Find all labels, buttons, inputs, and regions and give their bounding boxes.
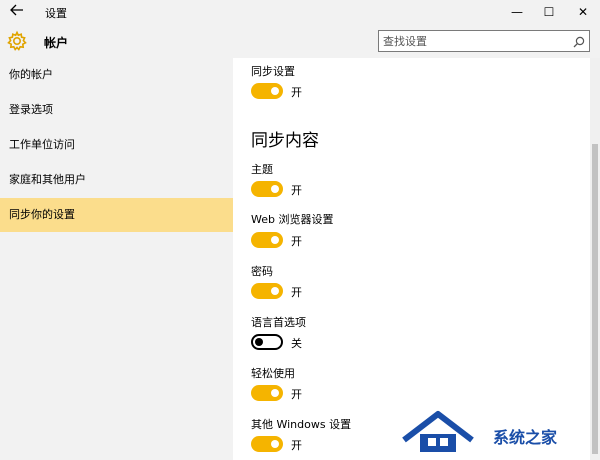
theme-state: 开: [291, 184, 302, 197]
search-icon[interactable]: [572, 34, 586, 48]
theme-toggle[interactable]: [251, 181, 283, 197]
page-title: 帐户: [44, 36, 69, 50]
maximize-button[interactable]: ☐: [532, 0, 566, 24]
language-preferences-toggle[interactable]: [251, 334, 283, 350]
sidebar-item-your-account[interactable]: 你的帐户: [0, 58, 233, 92]
other-windows-settings-label: 其他 Windows 设置: [251, 418, 352, 431]
sidebar-item-family-other-users[interactable]: 家庭和其他用户: [0, 163, 233, 197]
theme-label: 主题: [251, 163, 273, 176]
settings-header: 帐户: [0, 24, 600, 58]
language-preferences-state: 关: [291, 337, 302, 350]
other-windows-settings-state: 开: [291, 439, 302, 452]
toggle-knob: [271, 87, 279, 95]
web-browser-settings-state: 开: [291, 235, 302, 248]
sync-settings-state: 开: [291, 86, 302, 99]
other-windows-settings-toggle[interactable]: [251, 436, 283, 452]
search-box[interactable]: [378, 30, 590, 52]
window-title: 设置: [45, 7, 67, 20]
watermark-logo: 系统之家: [398, 400, 600, 460]
back-arrow-icon[interactable]: [8, 3, 26, 21]
passwords-state: 开: [291, 286, 302, 299]
search-input[interactable]: [383, 33, 563, 49]
close-button[interactable]: ✕: [566, 0, 600, 24]
sidebar-item-work-access[interactable]: 工作单位访问: [0, 128, 233, 162]
toggle-knob: [271, 185, 279, 193]
gear-icon: [6, 30, 28, 52]
toggle-knob: [271, 440, 279, 448]
sidebar-item-sync-settings[interactable]: 同步你的设置: [0, 198, 233, 232]
watermark-text: 系统之家: [493, 428, 558, 447]
sync-content-heading: 同步内容: [251, 131, 319, 151]
sidebar-item-sign-in-options[interactable]: 登录选项: [0, 93, 233, 127]
web-browser-settings-toggle[interactable]: [251, 232, 283, 248]
back-arrow-icon-svg: [10, 4, 23, 16]
toggle-knob: [271, 287, 279, 295]
toggle-knob: [271, 389, 279, 397]
ease-of-access-label: 轻松使用: [251, 367, 295, 380]
toggle-knob: [255, 338, 263, 346]
ease-of-access-state: 开: [291, 388, 302, 401]
language-preferences-label: 语言首选项: [251, 316, 306, 329]
house-logo-icon: [402, 411, 474, 452]
minimize-button[interactable]: —: [500, 0, 534, 24]
ease-of-access-toggle[interactable]: [251, 385, 283, 401]
sync-settings-label: 同步设置: [251, 65, 295, 78]
toggle-knob: [271, 236, 279, 244]
web-browser-settings-label: Web 浏览器设置: [251, 213, 334, 226]
title-bar: 设置 — ☐ ✕: [0, 0, 600, 24]
passwords-label: 密码: [251, 265, 273, 278]
sync-settings-toggle[interactable]: [251, 83, 283, 99]
passwords-toggle[interactable]: [251, 283, 283, 299]
